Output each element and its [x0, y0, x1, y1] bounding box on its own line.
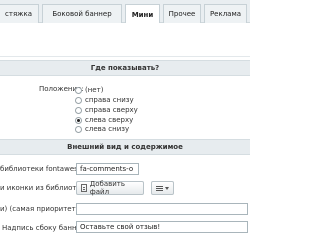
radio-button[interactable] [75, 86, 82, 94]
tab-label: Мини [131, 10, 154, 19]
tab-label: стяжка [5, 10, 32, 18]
radio-button[interactable] [75, 125, 82, 133]
menu-icon [156, 185, 163, 191]
radio-label: справа сверху [85, 106, 138, 114]
tab-label: Прочее [168, 10, 196, 18]
priority-input[interactable] [76, 203, 248, 215]
radio-label: (нет) [85, 86, 104, 94]
section-header-where: Где показывать? [0, 60, 250, 76]
radio-label: слева сверху [85, 116, 134, 124]
content-area-top [0, 23, 250, 57]
radio-label: слева снизу [85, 125, 130, 133]
tab-other[interactable]: Прочее [163, 4, 201, 23]
side-text-input[interactable]: Оставьте свой отзыв! [76, 221, 248, 233]
tab-side-banner[interactable]: Боковой баннер [42, 4, 122, 23]
tab-strip: стяжка Боковой баннер Мини Прочее Реклам… [0, 0, 250, 24]
tab-label: Реклама [209, 10, 242, 18]
radio-button[interactable] [75, 106, 82, 114]
radio-option-right-bottom[interactable]: справа снизу [75, 95, 134, 105]
file-icon [81, 184, 87, 192]
add-file-label: Добавить файл [89, 180, 125, 196]
chevron-down-icon [165, 186, 169, 190]
options-menu-button[interactable] [151, 181, 174, 195]
radio-option-right-top[interactable]: справа сверху [75, 105, 138, 115]
section-header-look: Внешний вид и содержимое [0, 139, 250, 155]
tab-label: Боковой баннер [52, 10, 112, 18]
radio-button-checked[interactable] [75, 116, 82, 124]
tab-styazhka[interactable]: стяжка [0, 4, 39, 23]
tab-mini[interactable]: Мини [125, 4, 160, 24]
add-file-button[interactable]: Добавить файл [76, 180, 144, 196]
tab-ads[interactable]: Реклама [204, 4, 247, 23]
radio-option-left-bottom[interactable]: слева снизу [75, 124, 129, 134]
radio-button[interactable] [75, 96, 82, 104]
radio-label: справа снизу [85, 96, 134, 104]
icon-class-input[interactable]: fa-comments-o [76, 163, 139, 175]
radio-option-none[interactable]: (нет) [75, 85, 103, 95]
